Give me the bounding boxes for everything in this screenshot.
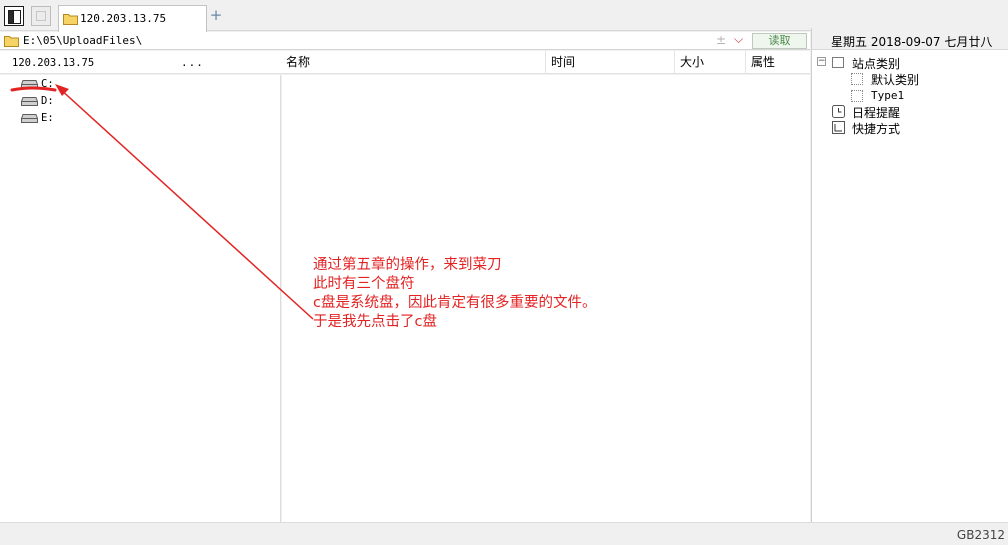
chevron-down-icon[interactable]: ⌵ (734, 32, 743, 47)
add-tab-button[interactable]: + (209, 8, 223, 23)
shortcut-icon (832, 121, 845, 134)
tree-header: 120.203.13.75 ... (0, 51, 281, 74)
annotation-line: c盘是系统盘，因此肯定有很多重要的文件。 (313, 295, 597, 311)
clock-icon (832, 105, 845, 118)
category-icon (851, 90, 863, 102)
item-label: Type1 (871, 89, 905, 102)
folder-icon (4, 36, 19, 47)
item-label: 默认类别 (871, 73, 920, 87)
status-bar: GB2312 (0, 522, 1008, 545)
category-icon (832, 57, 844, 68)
column-time[interactable]: 时间 (546, 51, 675, 74)
category-icon (851, 73, 863, 85)
path-input[interactable]: E:\05\UploadFiles\ (23, 34, 142, 47)
annotation-text: 通过第五章的操作，来到菜刀 此时有三个盘符 c盘是系统盘，因此肯定有很多重要的文… (313, 256, 653, 332)
annotation-line: 此时有三个盘符 (313, 276, 415, 292)
blank-tab-button[interactable] (31, 6, 51, 26)
tab-site[interactable]: 120.203.13.75 (58, 5, 207, 32)
right-panel: 星期五 2018-09-07 七月廿八 − 站点类别 默认类别 Type1 日程… (811, 28, 1008, 522)
date-bar: 星期五 2018-09-07 七月廿八 (812, 28, 1008, 50)
item-label: 站点类别 (852, 57, 901, 71)
annotation-line: 通过第五章的操作，来到菜刀 (313, 257, 502, 273)
bookmark-icon[interactable]: ± (716, 33, 726, 47)
drive-icon (21, 114, 38, 123)
tree-more-button[interactable]: ... (181, 56, 204, 69)
folder-icon (63, 14, 78, 25)
drive-icon (21, 80, 38, 89)
date-text: 星期五 2018-09-07 七月廿八 (831, 35, 993, 49)
tab-label: 120.203.13.75 (80, 12, 167, 25)
column-attr[interactable]: 属性 (746, 51, 810, 74)
file-list-header: 名称 时间 大小 属性 (281, 51, 810, 74)
encoding-label[interactable]: GB2312 (957, 528, 1005, 542)
read-button[interactable]: 读取 (752, 33, 807, 49)
drive-label: C: (41, 78, 54, 90)
column-name[interactable]: 名称 (281, 51, 546, 74)
blank-page-icon (36, 11, 46, 21)
tab-bar: 120.203.13.75 + (0, 0, 1008, 32)
annotation-line: 于是我先点击了c盘 (313, 314, 437, 330)
drive-icon (21, 97, 38, 106)
panel-toggle-button[interactable] (4, 6, 24, 26)
item-label: 日程提醒 (852, 106, 901, 120)
collapse-icon[interactable]: − (817, 57, 826, 66)
tree-host-label: 120.203.13.75 (12, 57, 95, 69)
address-bar: E:\05\UploadFiles\ ± ⌵ 读取 (0, 32, 810, 50)
drive-label: E: (41, 112, 54, 124)
item-label: 快捷方式 (852, 122, 901, 136)
drive-label: D: (41, 95, 54, 107)
column-size[interactable]: 大小 (675, 51, 746, 74)
drive-tree: C: D: E: (0, 75, 281, 522)
